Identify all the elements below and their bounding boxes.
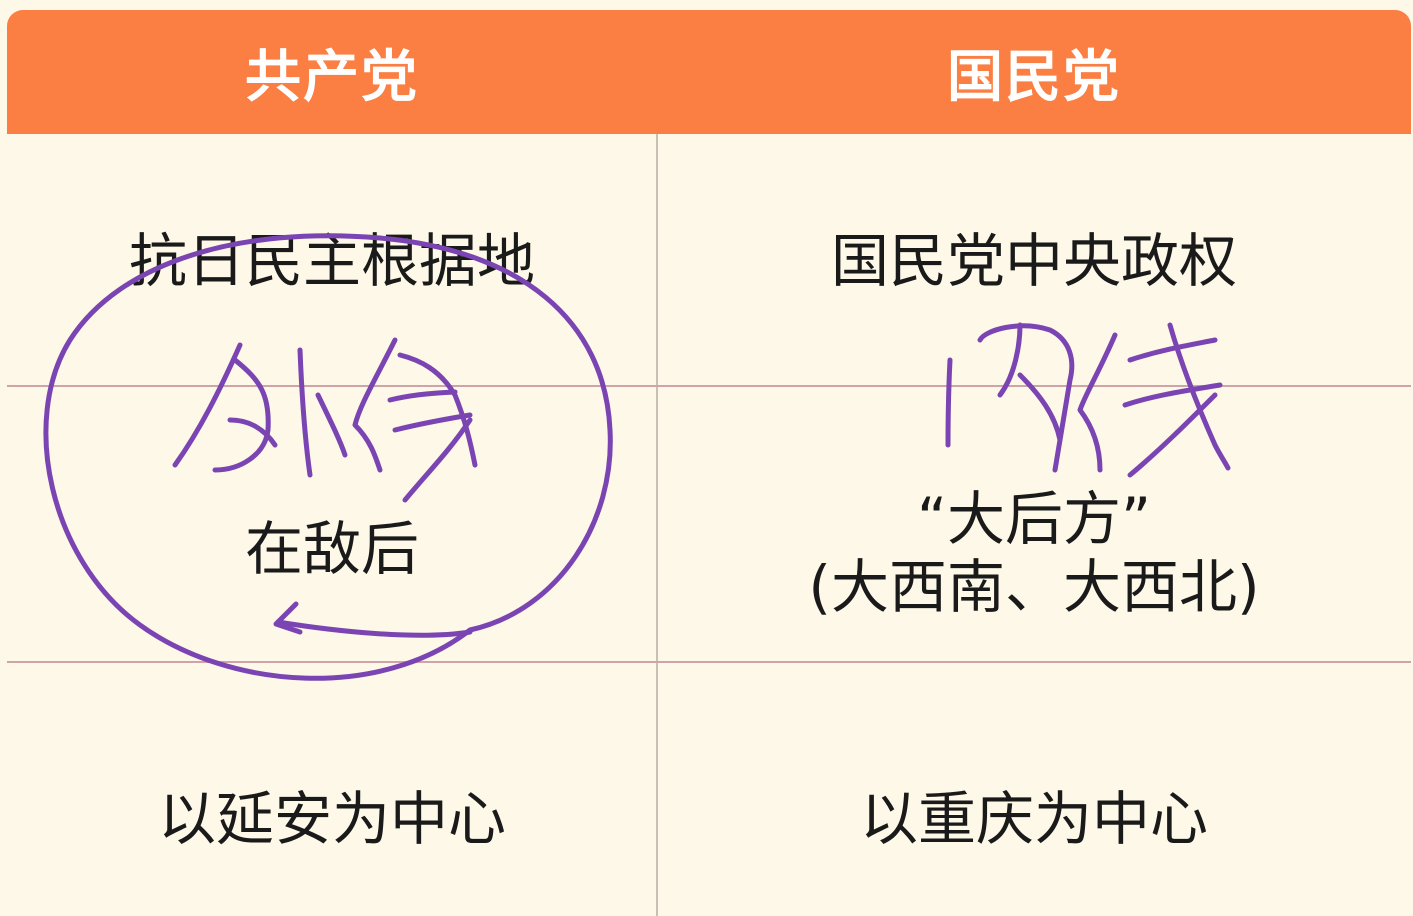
cell-text: 以重庆为中心: [859, 785, 1208, 854]
comparison-table: 共产党 国民党 抗日民主根据地 国民党中央政权 在敌后 “大后方” (大西南、大…: [7, 10, 1411, 916]
cell-text: 国民党中央政权: [830, 227, 1237, 296]
cell-central-government: 国民党中央政权: [657, 134, 1411, 385]
header-nationalist-party: 国民党: [947, 44, 1121, 110]
table-header: 共产党 国民党: [7, 10, 1411, 134]
cell-text: 以延安为中心: [157, 785, 506, 854]
cell-text-line2: (大西南、大西北): [808, 553, 1260, 621]
cell-text-line1: “大后方”: [916, 484, 1152, 553]
cell-chongqing-center: 以重庆为中心: [657, 663, 1411, 916]
cell-text: 在敌后: [244, 514, 419, 583]
cell-base-areas: 抗日民主根据地: [7, 134, 657, 385]
cell-text: 抗日民主根据地: [128, 227, 535, 296]
cell-yanan-center: 以延安为中心: [7, 663, 657, 916]
cell-behind-enemy-lines: 在敌后: [7, 387, 657, 661]
cell-rear-area: “大后方” (大西南、大西北): [657, 387, 1411, 661]
header-communist-party: 共产党: [245, 44, 419, 110]
